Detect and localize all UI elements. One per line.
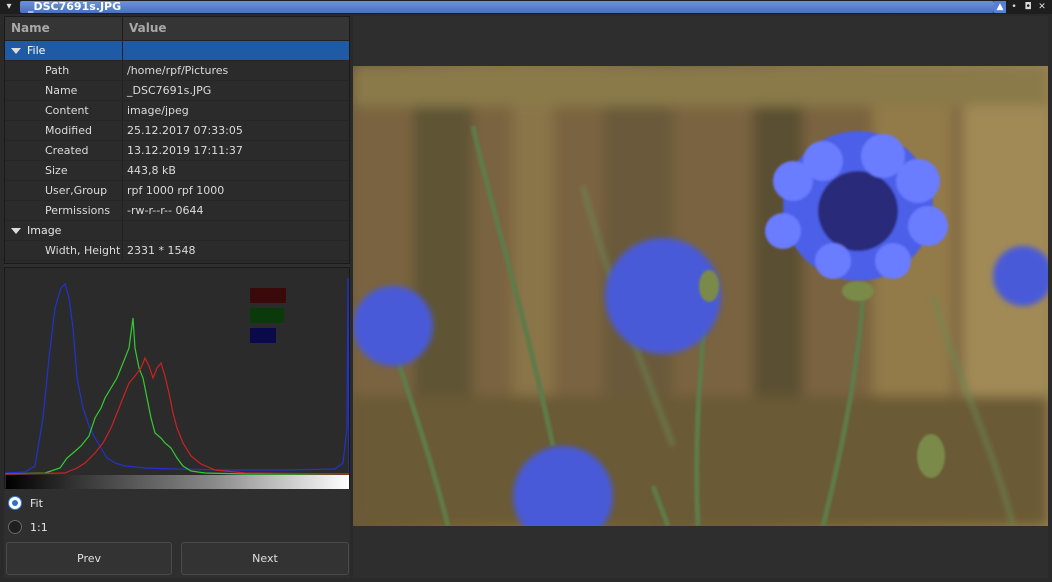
- column-divider: [122, 181, 123, 200]
- shade-up-icon[interactable]: ▲: [994, 1, 1006, 13]
- property-key: Content: [45, 104, 89, 117]
- column-divider: [122, 201, 123, 220]
- histogram-chart: [5, 277, 349, 475]
- maximize-icon[interactable]: ◘: [1022, 1, 1034, 13]
- column-header-name[interactable]: Name: [11, 17, 50, 40]
- property-key: Modified: [45, 124, 92, 137]
- tree-row[interactable]: Permissions -rw-r--r-- 0644: [5, 201, 349, 221]
- property-key: Size: [45, 164, 68, 177]
- image-viewer[interactable]: [353, 16, 1048, 578]
- tree-group-label: File: [27, 44, 46, 57]
- column-divider: [122, 101, 123, 120]
- property-value: 13.12.2019 17:11:37: [127, 144, 243, 157]
- next-button[interactable]: Next: [181, 542, 349, 575]
- cornflower-photo-image: [353, 66, 1048, 526]
- blue-channel-curve: [5, 277, 349, 474]
- red-channel-curve: [5, 356, 349, 475]
- property-key: User,Group: [45, 184, 108, 197]
- property-key: Width, Height: [45, 244, 121, 257]
- tree-header: Name Value: [5, 17, 349, 41]
- property-value: -rw-r--r-- 0644: [127, 204, 204, 217]
- property-key: Path: [45, 64, 70, 77]
- luminance-gradient-bar: [6, 475, 349, 489]
- tree-row[interactable]: User,Group rpf 1000 rpf 1000: [5, 181, 349, 201]
- tree-row[interactable]: Path/home/rpf/Pictures: [5, 61, 349, 81]
- column-divider: [122, 61, 123, 80]
- property-value: 443,8 kB: [127, 164, 176, 177]
- window-controls: ▲ • ◘ ✕: [994, 1, 1048, 13]
- tree-group-image[interactable]: Image: [5, 221, 349, 241]
- tree-row[interactable]: Name _DSC7691s.JPG: [5, 81, 349, 101]
- zoom-1to1-label: 1:1: [30, 520, 48, 534]
- property-value: image/jpeg: [127, 104, 189, 117]
- column-divider: [122, 161, 123, 180]
- column-header-value[interactable]: Value: [129, 17, 167, 40]
- property-key: Created: [45, 144, 89, 157]
- minimize-dot-icon[interactable]: •: [1008, 1, 1020, 13]
- column-divider: [122, 41, 123, 60]
- zoom-fit-radio[interactable]: Fit: [8, 493, 43, 513]
- properties-tree[interactable]: Name Value File Path/home/rpf/Pictures Nam…: [4, 16, 350, 264]
- tree-row[interactable]: Modified 25.12.2017 07:33:05: [5, 121, 349, 141]
- radio-fit-dot[interactable]: [8, 496, 22, 510]
- property-value: rpf 1000 rpf 1000: [127, 184, 225, 197]
- tree-group-label: Image: [27, 224, 62, 237]
- prev-button[interactable]: Prev: [6, 542, 172, 575]
- expand-arrow-icon[interactable]: [11, 48, 21, 54]
- tree-row[interactable]: Content image/jpeg: [5, 101, 349, 121]
- zoom-fit-label: Fit: [30, 496, 43, 510]
- title-area[interactable]: _DSC7691s.JPG: [20, 0, 994, 13]
- column-divider: [122, 121, 123, 140]
- expand-arrow-icon[interactable]: [11, 228, 21, 234]
- red-channel-swatch: [250, 288, 286, 303]
- photo-preview[interactable]: [353, 66, 1048, 526]
- column-divider: [122, 141, 123, 160]
- property-key: Name: [45, 84, 78, 97]
- tree-row[interactable]: Width, Height 2331 * 1548: [5, 241, 349, 261]
- tree-row[interactable]: Created 13.12.2019 17:11:37: [5, 141, 349, 161]
- column-divider: [122, 221, 123, 240]
- property-value: /home/rpf/Pictures: [127, 64, 229, 77]
- property-value: 2331 * 1548: [127, 244, 196, 257]
- column-divider: [122, 241, 123, 260]
- window-menu-icon[interactable]: ▾: [2, 1, 16, 13]
- info-panel: Name Value File Path/home/rpf/Pictures Nam…: [4, 16, 350, 578]
- histogram-panel: [4, 267, 350, 489]
- close-icon[interactable]: ✕: [1036, 1, 1048, 13]
- zoom-1to1-radio[interactable]: 1:1: [8, 517, 48, 537]
- property-key: Permissions: [45, 204, 111, 217]
- green-channel-swatch: [250, 308, 284, 323]
- green-channel-curve: [5, 317, 349, 475]
- property-value: _DSC7691s.JPG: [127, 84, 212, 97]
- title-bar: ▾ _DSC7691s.JPG ▲ • ◘ ✕: [0, 0, 1052, 14]
- column-divider: [122, 81, 123, 100]
- column-separator: [122, 17, 123, 40]
- tree-body: File Path/home/rpf/Pictures Name _DSC7691s.…: [5, 41, 349, 261]
- window-title: _DSC7691s.JPG: [28, 0, 122, 13]
- radio-1to1-dot[interactable]: [8, 520, 22, 534]
- tree-group-file[interactable]: File: [5, 41, 349, 61]
- property-value: 25.12.2017 07:33:05: [127, 124, 243, 137]
- tree-row[interactable]: Size 443,8 kB: [5, 161, 349, 181]
- blue-channel-swatch: [250, 328, 276, 343]
